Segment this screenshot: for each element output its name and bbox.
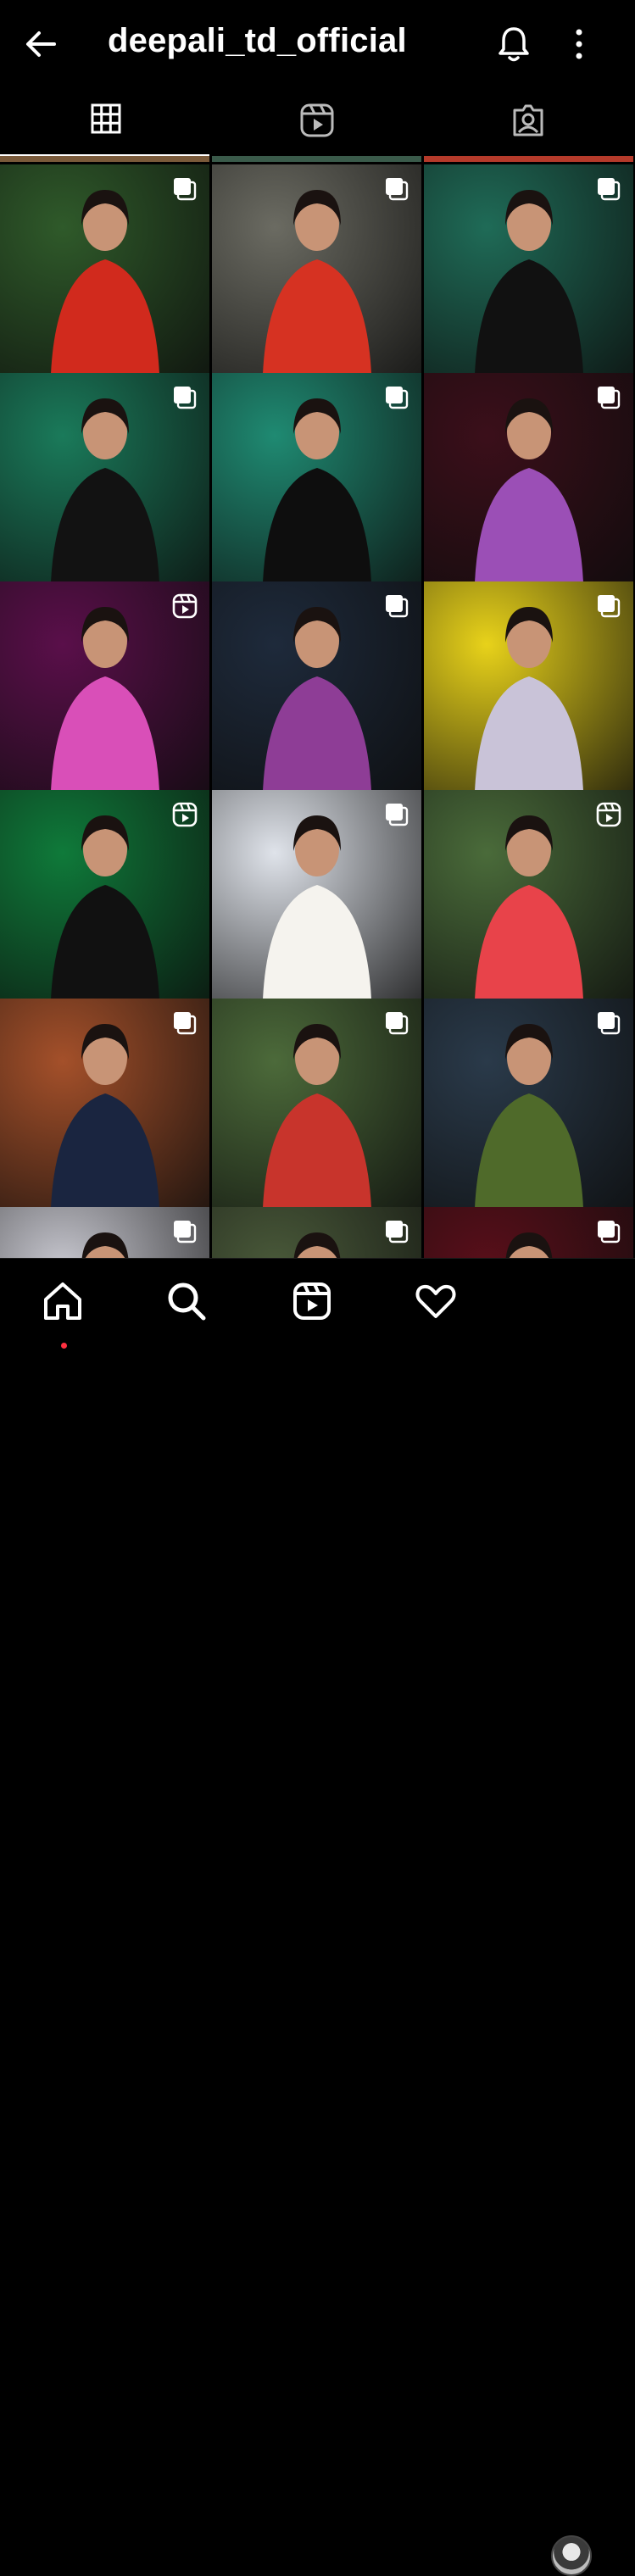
multi-icon <box>598 178 621 201</box>
profile-avatar[interactable] <box>551 2535 592 2576</box>
grid-post[interactable] <box>0 999 209 1208</box>
bottom-navigation <box>0 1258 635 2576</box>
top-bar: deepali_td_official <box>0 0 635 86</box>
reels-icon <box>300 103 333 137</box>
grid-post[interactable] <box>0 790 209 999</box>
reel-icon <box>596 802 621 827</box>
grid-post[interactable] <box>0 581 209 791</box>
reel-icon <box>172 802 198 827</box>
reels-icon[interactable] <box>288 1277 336 1325</box>
grid-post[interactable] <box>212 999 421 1208</box>
grid-post[interactable] <box>212 373 421 582</box>
tagged-icon <box>513 104 543 136</box>
multi-icon <box>174 178 197 201</box>
grid-post-partial[interactable] <box>424 156 633 162</box>
multi-icon <box>174 1221 197 1243</box>
tab-reels[interactable] <box>211 85 422 156</box>
multi-icon <box>386 595 409 618</box>
bell-icon[interactable] <box>495 24 532 64</box>
grid-post-partial[interactable] <box>0 156 209 162</box>
heart-icon[interactable] <box>412 1277 460 1325</box>
grid-post[interactable] <box>424 373 633 582</box>
tab-tagged[interactable] <box>422 85 633 156</box>
multi-icon <box>386 1221 409 1243</box>
search-icon[interactable] <box>163 1277 210 1325</box>
grid-post[interactable] <box>212 164 421 374</box>
tab-posts[interactable] <box>0 85 211 156</box>
multi-icon <box>386 178 409 201</box>
reel-icon <box>172 593 198 619</box>
grid-post-partial[interactable] <box>212 156 421 162</box>
multi-icon <box>174 1012 197 1035</box>
notification-dot <box>61 1343 67 1349</box>
grid-post[interactable] <box>212 790 421 999</box>
grid-post[interactable] <box>212 581 421 791</box>
grid-post[interactable] <box>0 1207 209 1258</box>
grid-post[interactable] <box>424 581 633 791</box>
profile-username: deepali_td_official <box>108 22 407 59</box>
posts-grid <box>0 156 635 1258</box>
grid-post[interactable] <box>0 373 209 582</box>
home-icon[interactable] <box>39 1277 86 1325</box>
grid-post[interactable] <box>0 164 209 374</box>
multi-icon <box>598 1012 621 1035</box>
multi-icon <box>386 1012 409 1035</box>
grid-icon <box>91 103 120 134</box>
grid-post[interactable] <box>424 790 633 999</box>
multi-icon <box>174 387 197 409</box>
multi-icon <box>598 387 621 409</box>
profile-tabs <box>0 85 635 156</box>
multi-icon <box>598 1221 621 1243</box>
grid-post[interactable] <box>424 164 633 374</box>
grid-post[interactable] <box>424 1207 633 1258</box>
grid-post[interactable] <box>424 999 633 1208</box>
grid-post[interactable] <box>212 1207 421 1258</box>
multi-icon <box>598 595 621 618</box>
multi-icon <box>386 387 409 409</box>
back-arrow-icon[interactable] <box>20 24 61 64</box>
multi-icon <box>386 804 409 826</box>
more-options-icon[interactable] <box>573 27 585 61</box>
